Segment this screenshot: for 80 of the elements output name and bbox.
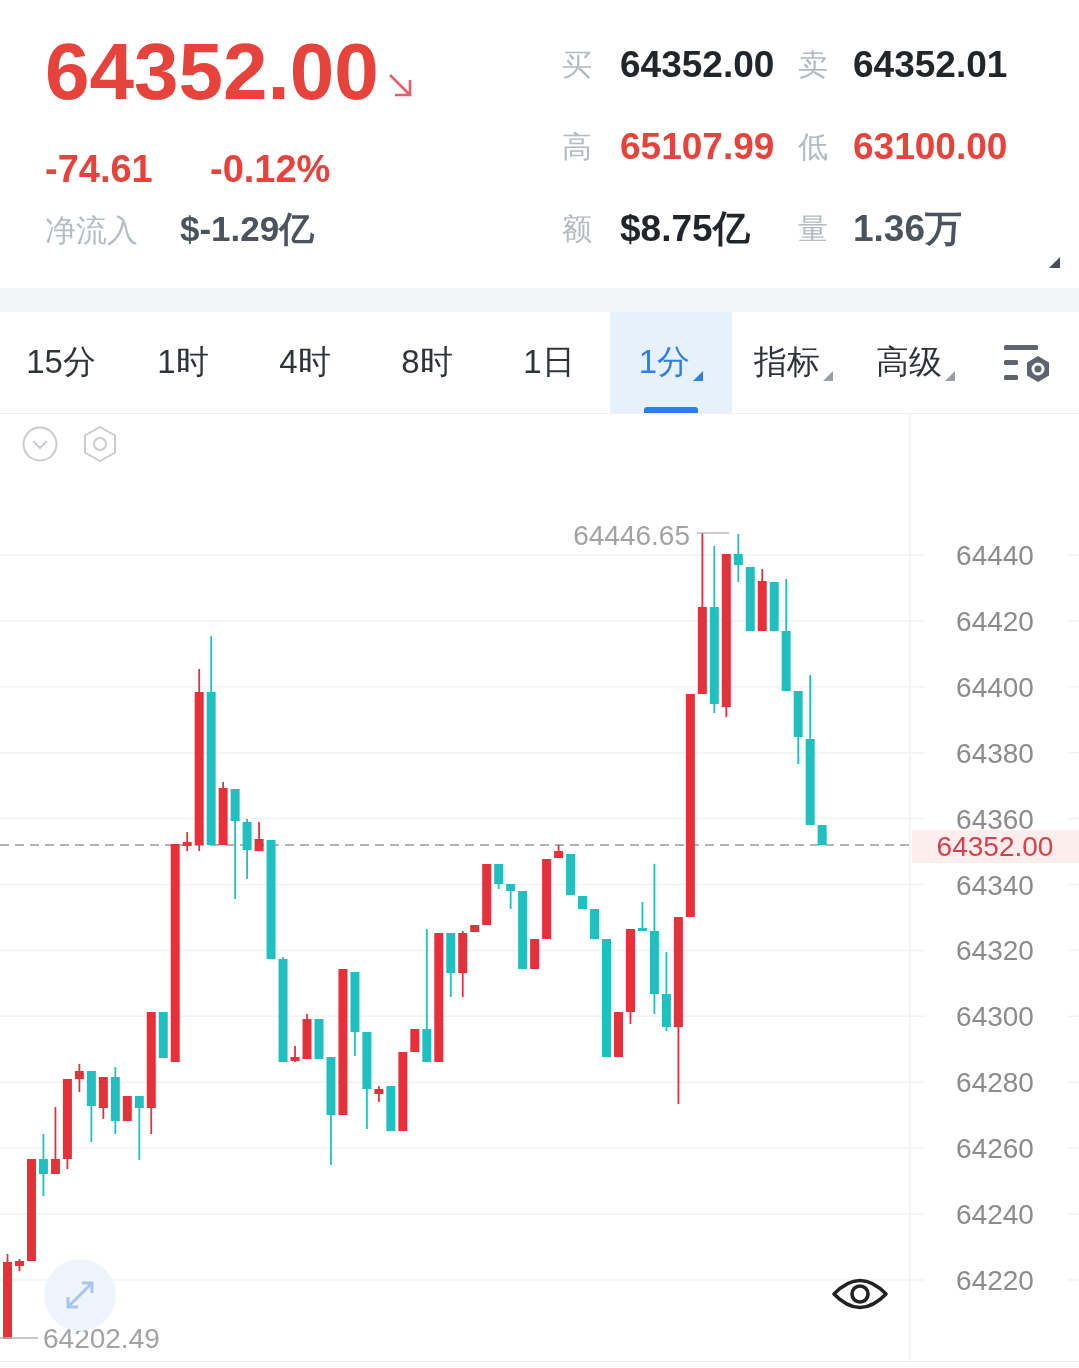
rising-candle (530, 938, 540, 970)
rising-candle (614, 1011, 623, 1058)
price-axis-label: 64400 (956, 671, 1034, 703)
falling-candle (386, 1085, 396, 1132)
stat-label: 低 (798, 128, 829, 165)
rising-candle (254, 821, 264, 852)
net-inflow-value: $-1.29亿 (180, 209, 315, 249)
price-axis-label: 64220 (956, 1264, 1034, 1296)
rising-candle (50, 1106, 60, 1175)
rising-candle (757, 568, 767, 632)
interval-tab[interactable]: 8时 (366, 312, 488, 413)
price-axis-label: 64440 (956, 540, 1034, 571)
rising-candle (554, 844, 564, 859)
falling-candle (110, 1066, 120, 1135)
current-price-tag: 64352.00 (912, 830, 1079, 863)
falling-candle (158, 1011, 168, 1059)
rising-candle (482, 863, 492, 926)
triangle-icon[interactable] (1049, 257, 1060, 268)
stat-label: 卖 (798, 46, 829, 83)
stat-value: 64352.01 (853, 44, 1008, 86)
rising-candle (458, 930, 468, 998)
leader-line (0, 1337, 39, 1339)
stat-label: 额 (562, 210, 593, 247)
price-axis-label: 64280 (956, 1067, 1034, 1099)
rising-candle (15, 1258, 24, 1272)
falling-candle (446, 932, 456, 998)
interval-tab[interactable]: 指标 (732, 312, 854, 413)
percent-change: -0.12% (210, 150, 331, 188)
falling-candle (769, 581, 779, 632)
last-price: 64352.00 (45, 32, 379, 112)
rising-candle (218, 781, 228, 846)
eye-icon[interactable] (832, 1278, 888, 1310)
stat-label: 买 (562, 46, 593, 83)
price-axis-label: 64320 (956, 935, 1034, 967)
high-price-label: 64446.65 (573, 520, 690, 551)
interval-tab[interactable]: 高级 (854, 312, 976, 413)
falling-candle (578, 895, 588, 910)
falling-candle (506, 883, 516, 910)
stat-label: 高 (562, 128, 593, 165)
falling-candle (733, 533, 743, 583)
rising-candle (470, 924, 480, 933)
interval-tab[interactable]: 4时 (244, 312, 366, 413)
falling-candle (637, 901, 647, 932)
price-axis-label: 64380 (956, 737, 1034, 769)
falling-candle (38, 1133, 48, 1197)
net-inflow-label: 净流入 (45, 212, 139, 250)
stat-value: 65107.99 (620, 126, 776, 168)
stat-value: 64352.00 (620, 44, 776, 86)
price-axis-label: 64340 (956, 869, 1034, 901)
stat-label: 量 (798, 210, 829, 247)
rising-candle (302, 1013, 312, 1060)
stat-value: 63100.00 (853, 126, 1008, 168)
falling-candle (242, 818, 252, 880)
interval-tab[interactable]: 1时 (122, 312, 244, 413)
leader-line (696, 532, 730, 534)
falling-candle (494, 863, 504, 890)
price-axis-label: 64240 (956, 1199, 1034, 1230)
falling-candle (134, 1095, 144, 1161)
rising-candle (374, 1085, 384, 1103)
low-price-label: 64202.49 (43, 1323, 160, 1354)
rising-candle (410, 1028, 420, 1053)
rising-candle (98, 1076, 108, 1120)
price-change: -74.61 (45, 150, 154, 188)
falling-candle (817, 824, 827, 846)
rising-candle (290, 1045, 300, 1063)
price-axis-label: 64260 (956, 1133, 1034, 1165)
price-axis-label: 64300 (956, 1001, 1034, 1033)
settings-icon (1003, 342, 1052, 383)
rising-candle (182, 831, 192, 852)
falling-candle (590, 908, 599, 940)
falling-candle (745, 566, 755, 632)
falling-candle (314, 1018, 324, 1060)
rising-candle (122, 1095, 132, 1122)
falling-candle (566, 853, 576, 896)
price-axis-label: 64420 (956, 605, 1034, 637)
stat-value: 1.36万 (853, 207, 963, 251)
stat-value: $8.75亿 (620, 207, 751, 251)
interval-tab[interactable]: 1日 (488, 312, 610, 413)
interval-tab[interactable]: 15分 (0, 312, 122, 413)
rising-candle (74, 1063, 84, 1093)
